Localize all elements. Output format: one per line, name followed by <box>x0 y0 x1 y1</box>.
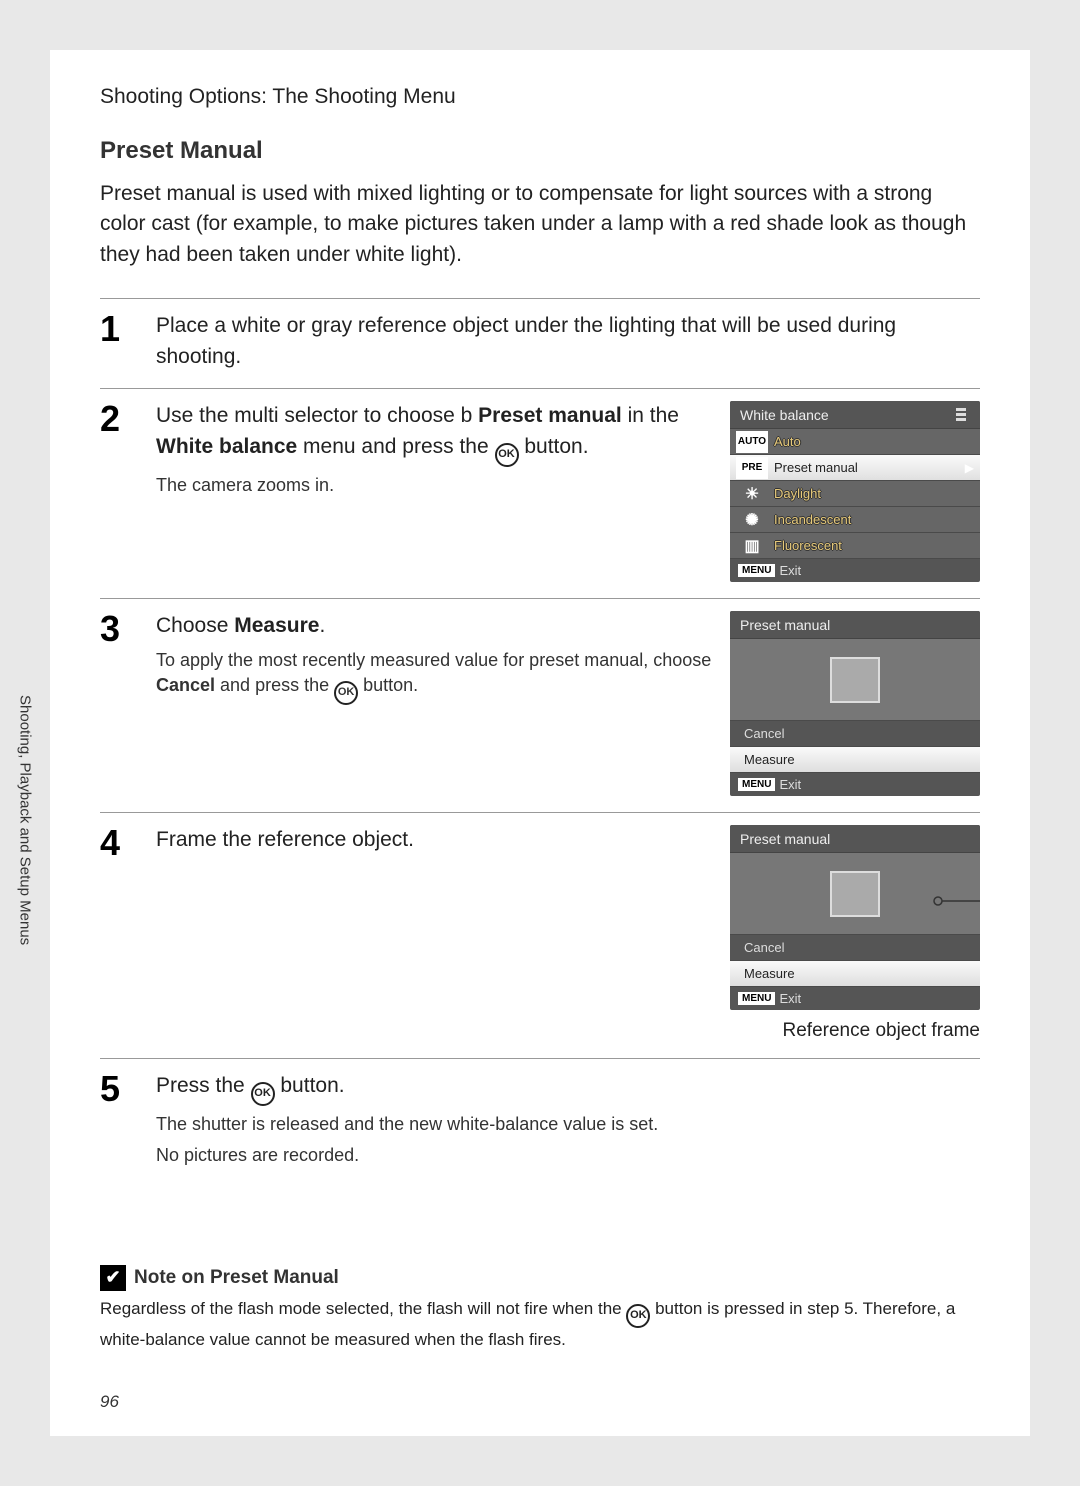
reference-frame-label: Reference object frame <box>740 1020 980 1042</box>
step-number: 2 <box>100 401 134 582</box>
note-text: Regardless of the flash mode selected, t… <box>100 1297 980 1353</box>
step-5-text: Press the OK button. <box>156 1071 980 1106</box>
camera-screen-white-balance: White balance AUTO Auto PRE Preset manua… <box>730 401 980 582</box>
wb-option-fluorescent[interactable]: ▥ Fluorescent <box>730 533 980 559</box>
text-part: Choose <box>156 614 234 637</box>
wb-option-preset-manual[interactable]: PRE Preset manual ▶ <box>730 455 980 481</box>
fluorescent-icon: ▥ <box>736 535 768 557</box>
wb-option-incandescent[interactable]: ✺ Incandescent <box>730 507 980 533</box>
camera-footer: MENU Exit <box>730 559 980 582</box>
wb-label: Incandescent <box>774 512 980 527</box>
text-part: button. <box>358 675 418 695</box>
camera-screen-title: White balance <box>730 401 980 429</box>
text-part: Use the multi selector to choose b <box>156 404 478 427</box>
exit-label: Exit <box>779 991 801 1006</box>
text-part: and press the <box>215 675 334 695</box>
wb-label: Preset manual <box>774 460 965 475</box>
wb-option-auto[interactable]: AUTO Auto <box>730 429 980 455</box>
text-part: To apply the most recently measured valu… <box>156 650 711 670</box>
step-5-sub-a: The shutter is released and the new whit… <box>156 1112 980 1137</box>
step-number: 5 <box>100 1071 134 1168</box>
menu-badge: MENU <box>738 778 775 791</box>
step-3: 3 Choose Measure. To apply the most rece… <box>100 598 980 812</box>
chevron-right-icon: ▶ <box>965 461 980 475</box>
text-bold: White balance <box>156 435 297 458</box>
text-part: Regardless of the flash mode selected, t… <box>100 1299 626 1318</box>
step-4-text: Frame the reference object. <box>156 825 712 855</box>
side-tab-text: Shooting, Playback and Setup Menus <box>17 695 34 945</box>
step-number: 3 <box>100 611 134 796</box>
preview-square <box>830 657 880 703</box>
text-bold: Cancel <box>156 675 215 695</box>
camera-screen-preset-manual-1: Preset manual Cancel Measure MENU Exit <box>730 611 980 796</box>
step-3-sub: To apply the most recently measured valu… <box>156 648 712 705</box>
step-number: 4 <box>100 825 134 1042</box>
preview-area <box>730 639 980 721</box>
reference-object-frame <box>830 871 880 917</box>
note-title: Note on Preset Manual <box>134 1267 339 1289</box>
cancel-option[interactable]: Cancel <box>730 721 980 747</box>
ok-button-icon: OK <box>334 681 358 705</box>
camera-footer: MENU Exit <box>730 987 980 1010</box>
page-header: Shooting Options: The Shooting Menu <box>100 85 980 109</box>
sun-icon: ☀ <box>736 483 768 505</box>
step-2: 2 Use the multi selector to choose b Pre… <box>100 388 980 598</box>
screen-title-text: Preset manual <box>740 617 830 633</box>
screen-title-text: White balance <box>740 407 829 423</box>
menu-badge: MENU <box>738 564 775 577</box>
pre-icon: PRE <box>736 457 768 479</box>
preview-area <box>730 853 980 935</box>
list-icon <box>956 408 970 422</box>
step-2-sub: The camera zooms in. <box>156 473 712 498</box>
wb-label: Fluorescent <box>774 538 980 553</box>
side-tab: Shooting, Playback and Setup Menus <box>0 620 50 1020</box>
cancel-option[interactable]: Cancel <box>730 935 980 961</box>
wb-label: Auto <box>774 434 980 449</box>
step-5-sub-b: No pictures are recorded. <box>156 1143 980 1168</box>
step-5: 5 Press the OK button. The shutter is re… <box>100 1058 980 1184</box>
text-part: button. <box>275 1074 345 1097</box>
text-part: menu and press the <box>297 435 494 458</box>
step-4: 4 Frame the reference object. Preset man… <box>100 812 980 1058</box>
camera-screen-preset-manual-2: Preset manual Cancel Measure ME <box>730 825 980 1010</box>
wb-label: Daylight <box>774 486 980 501</box>
step-2-text: Use the multi selector to choose b Prese… <box>156 401 712 466</box>
exit-label: Exit <box>779 777 801 792</box>
bulb-icon: ✺ <box>736 509 768 531</box>
camera-screen-title: Preset manual <box>730 611 980 639</box>
ok-button-icon: OK <box>495 443 519 467</box>
section-title: Preset Manual <box>100 137 980 165</box>
menu-badge: MENU <box>738 992 775 1005</box>
check-icon: ✔ <box>100 1265 126 1291</box>
text-part: . <box>319 614 325 637</box>
step-3-text: Choose Measure. <box>156 611 712 641</box>
measure-option[interactable]: Measure <box>730 747 980 773</box>
text-bold: Preset manual <box>478 404 622 427</box>
text-bold: Measure <box>234 614 319 637</box>
intro-paragraph: Preset manual is used with mixed lightin… <box>100 179 980 270</box>
step-1-text: Place a white or gray reference object u… <box>156 311 980 372</box>
step-1: 1 Place a white or gray reference object… <box>100 298 980 388</box>
screen-title-text: Preset manual <box>740 831 830 847</box>
ok-button-icon: OK <box>626 1304 650 1328</box>
camera-footer: MENU Exit <box>730 773 980 796</box>
note-heading: ✔ Note on Preset Manual <box>100 1265 980 1291</box>
auto-icon: AUTO <box>736 431 768 453</box>
ok-button-icon: OK <box>251 1082 275 1106</box>
measure-option[interactable]: Measure <box>730 961 980 987</box>
camera-screen-title: Preset manual <box>730 825 980 853</box>
wb-option-daylight[interactable]: ☀ Daylight <box>730 481 980 507</box>
text-part: in the <box>622 404 679 427</box>
exit-label: Exit <box>779 563 801 578</box>
step-number: 1 <box>100 311 134 372</box>
text-part: button. <box>519 435 589 458</box>
text-part: Press the <box>156 1074 251 1097</box>
note-block: ✔ Note on Preset Manual Regardless of th… <box>100 1265 980 1353</box>
page-number: 96 <box>100 1392 119 1412</box>
